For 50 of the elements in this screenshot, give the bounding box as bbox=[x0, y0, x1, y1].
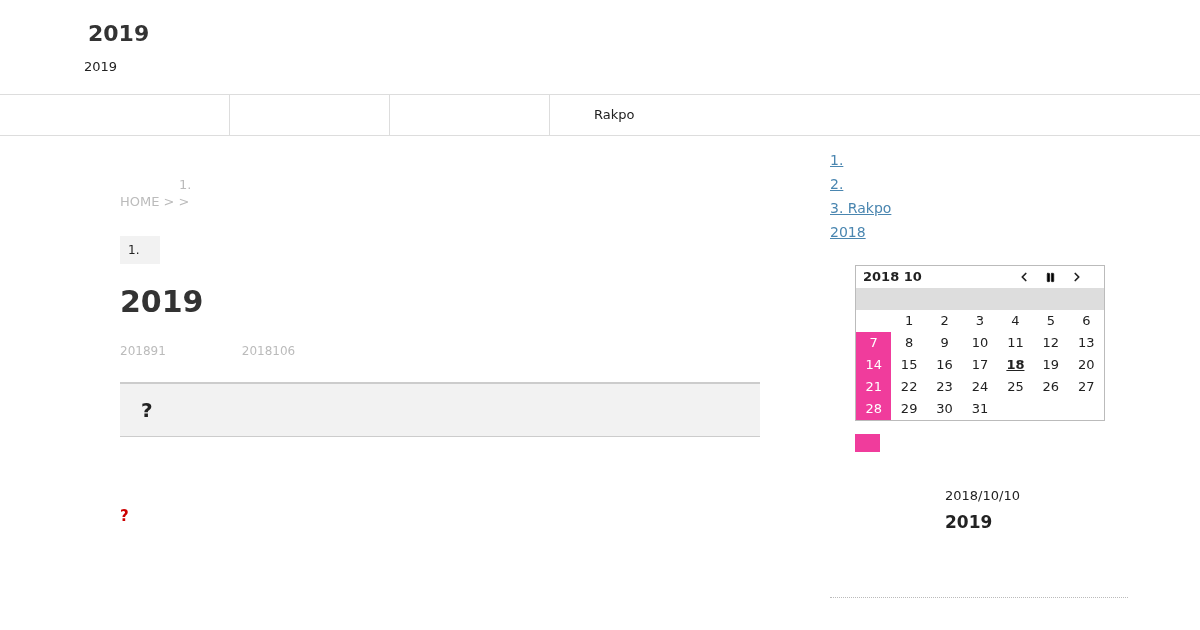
post-meta: 2018106 bbox=[241, 343, 296, 360]
date-cell-text: 6 bbox=[1081, 312, 1092, 331]
holiday-cell: 14 bbox=[856, 354, 892, 376]
date-cell-text: 10 bbox=[970, 334, 990, 353]
date-cell-text: 25 bbox=[1006, 378, 1025, 397]
date-cell-text: 31 bbox=[970, 400, 990, 419]
calendar-title: 2018 10 bbox=[863, 268, 923, 287]
date-cell-text: 8 bbox=[904, 334, 915, 353]
date-cell-text: 3 bbox=[974, 312, 986, 331]
date-cell-text: 18 bbox=[1005, 356, 1026, 375]
pause-icon[interactable] bbox=[1045, 271, 1056, 283]
date-cell-text: 19 bbox=[1041, 356, 1061, 375]
date-cell-text: 24 bbox=[970, 378, 990, 397]
date-cell-text: 12 bbox=[1041, 334, 1061, 353]
site-title[interactable]: 2019 bbox=[88, 20, 150, 48]
holiday-cell: 7 bbox=[856, 332, 892, 354]
date-cell-text: 5 bbox=[1045, 312, 1056, 331]
date-cell-text: 15 bbox=[899, 356, 919, 375]
holiday-cell: 21 bbox=[856, 376, 892, 398]
date-cell-text: 29 bbox=[899, 400, 919, 419]
holiday-legend-swatch bbox=[855, 434, 880, 452]
date-cell-text: 2 bbox=[939, 312, 950, 331]
date-cell-text: 1 bbox=[904, 312, 915, 331]
date-cell-text: 9 bbox=[939, 334, 950, 353]
sidebar-link[interactable]: 1. bbox=[830, 149, 864, 171]
date-cell-text: 4 bbox=[1010, 312, 1021, 331]
post-meta: 201891 bbox=[120, 343, 166, 360]
date-cell-text: 22 bbox=[899, 378, 919, 397]
nav-item[interactable]: Rakpo bbox=[594, 105, 635, 125]
site-tagline: 2019 bbox=[84, 58, 118, 76]
date-cell-text: 26 bbox=[1041, 378, 1061, 397]
date-cell-text: 16 bbox=[935, 356, 954, 375]
post-date: 2018/10/10 bbox=[945, 487, 1020, 505]
holiday-cell: 28 bbox=[856, 398, 892, 420]
date-cell-text: 23 bbox=[935, 378, 954, 397]
category-tag[interactable]: 1. bbox=[120, 236, 160, 264]
post-title[interactable]: 2019 bbox=[945, 509, 993, 535]
date-cell-text: 13 bbox=[1077, 334, 1096, 353]
date-cell-text: 20 bbox=[1077, 356, 1096, 375]
sidebar-link[interactable]: 2018 bbox=[830, 221, 886, 243]
sidebar-link[interactable]: 3. Rakpo bbox=[830, 197, 912, 219]
section-heading: ? bbox=[141, 397, 153, 424]
breadcrumb-note: 1. bbox=[179, 176, 192, 193]
article-title: 2019 bbox=[120, 284, 204, 320]
sidebar-link[interactable]: 2. bbox=[830, 173, 864, 195]
date-cell-text: 17 bbox=[970, 356, 990, 375]
date-cell-text: 27 bbox=[1077, 378, 1096, 397]
note-text: ? bbox=[120, 506, 129, 527]
date-cell-text: 11 bbox=[1006, 334, 1025, 353]
date-cell-text: 30 bbox=[935, 400, 954, 419]
